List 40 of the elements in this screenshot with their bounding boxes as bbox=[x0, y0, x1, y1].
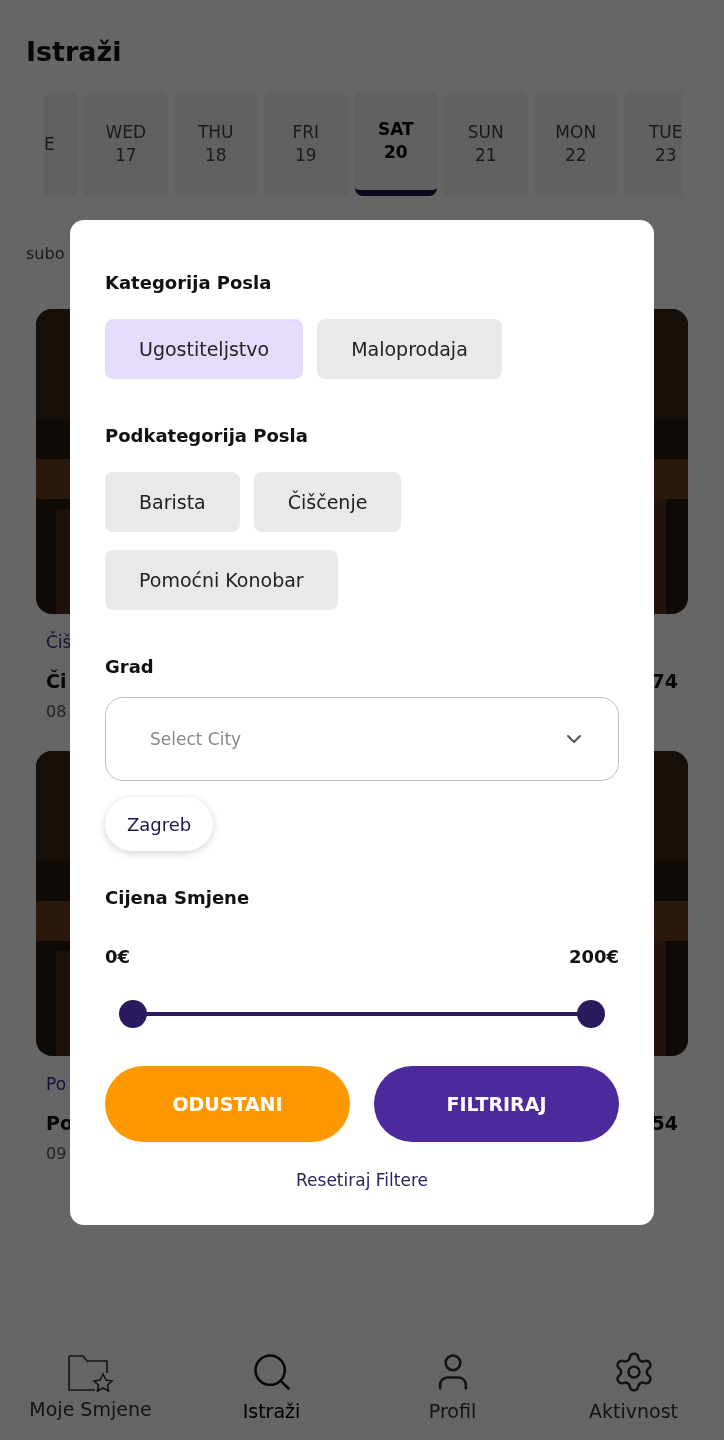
job-category: Po bbox=[46, 1074, 67, 1094]
reset-filters-link[interactable]: Resetiraj Filtere bbox=[296, 1170, 428, 1190]
section-heading: Podkategorija Posla bbox=[105, 425, 309, 446]
date-tab[interactable]: FRI 19 bbox=[264, 92, 347, 196]
date-tab[interactable]: SUN 21 bbox=[444, 92, 527, 196]
section-heading: Cijena Smjene bbox=[105, 887, 251, 908]
date-tab[interactable]: E bbox=[44, 92, 77, 196]
job-price: 54 bbox=[651, 1112, 678, 1134]
city-tag[interactable]: Zagreb bbox=[105, 797, 214, 851]
city-select[interactable]: Select City bbox=[105, 697, 619, 781]
subcategory-chip[interactable]: Pomoćni Konobar bbox=[105, 550, 338, 610]
nav-item[interactable]: Moje Smjene bbox=[10, 1352, 171, 1420]
date-caption: subo bbox=[26, 244, 66, 263]
date-tab[interactable]: SAT 20 bbox=[354, 92, 437, 196]
date-tab[interactable]: MON 22 bbox=[534, 92, 617, 196]
nav-item[interactable]: Aktivnost bbox=[553, 1350, 714, 1422]
price-min: 0€ bbox=[105, 946, 131, 967]
date-tab[interactable]: TUE 23 bbox=[624, 92, 682, 196]
slider-thumb[interactable] bbox=[577, 1000, 605, 1028]
category-chip[interactable]: Ugostiteljstvo bbox=[105, 319, 304, 379]
page-title: Istraži bbox=[26, 36, 123, 69]
filter-button[interactable]: FILTRIRAJ bbox=[374, 1066, 619, 1142]
category-chip[interactable]: Maloprodaja bbox=[317, 319, 502, 379]
job-time: 09 bbox=[46, 1144, 68, 1163]
folder-star-icon bbox=[66, 1352, 115, 1392]
subcategory-chip[interactable]: Barista bbox=[105, 472, 240, 532]
section-heading: Kategorija Posla bbox=[105, 272, 273, 293]
nav-item[interactable]: Istraži bbox=[191, 1350, 352, 1422]
job-price: 74 bbox=[651, 670, 678, 692]
price-max: 200€ bbox=[568, 946, 619, 967]
slider-thumb[interactable] bbox=[119, 1000, 147, 1028]
date-tab[interactable]: THU 18 bbox=[174, 92, 257, 196]
section-heading: Grad bbox=[105, 656, 155, 677]
date-tab[interactable]: WED 17 bbox=[84, 92, 167, 196]
job-title: Či bbox=[46, 670, 67, 692]
nav-item[interactable]: Profil bbox=[372, 1350, 533, 1422]
subcategory-chip[interactable]: Čiščenje bbox=[253, 472, 402, 532]
job-time: 08 bbox=[46, 702, 68, 721]
job-category: Čiš bbox=[46, 632, 72, 652]
cancel-button[interactable]: ODUSTANI bbox=[105, 1066, 350, 1142]
